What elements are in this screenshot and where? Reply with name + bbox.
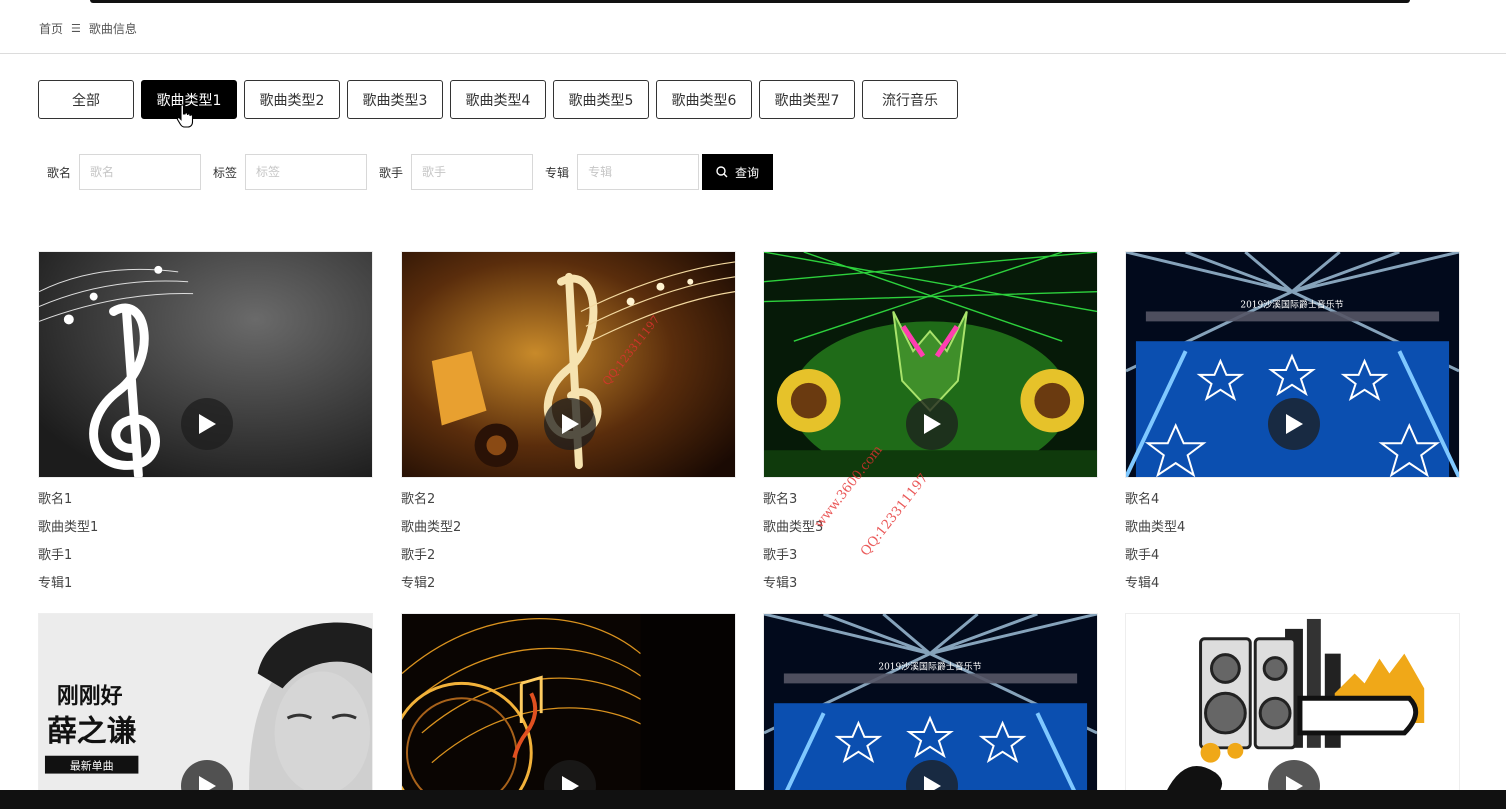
hand-cursor-icon xyxy=(176,104,194,128)
song-type: 歌曲类型4 xyxy=(1125,520,1186,535)
breadcrumb-current: 歌曲信息 xyxy=(88,21,137,36)
play-button[interactable] xyxy=(906,398,958,450)
tab-type-2[interactable]: 歌曲类型2 xyxy=(244,80,340,119)
tab-type-6[interactable]: 歌曲类型6 xyxy=(656,80,752,119)
cover-title-text: 刚刚好 xyxy=(57,683,123,709)
song-thumbnail[interactable]: 刚刚好 薛之谦 最新单曲 xyxy=(38,613,373,809)
singer-input[interactable] xyxy=(411,154,534,190)
search-bar: 歌名 标签 歌手 专辑 查询 xyxy=(47,154,774,190)
search-button-label: 查询 xyxy=(735,165,760,180)
cover-singer-text: 薛之谦 xyxy=(47,714,137,749)
bottom-bar xyxy=(0,790,1506,809)
song-album: 专辑1 xyxy=(38,576,73,591)
song-card[interactable] xyxy=(1125,613,1460,809)
song-singer: 歌手2 xyxy=(401,548,436,563)
cover-subtitle-text: 最新单曲 xyxy=(70,759,114,773)
song-thumbnail[interactable] xyxy=(1125,613,1460,809)
song-album: 专辑3 xyxy=(763,576,798,591)
song-type: 歌曲类型1 xyxy=(38,520,99,535)
tag-label: 标签 xyxy=(213,165,238,180)
album-label: 专辑 xyxy=(545,165,570,180)
breadcrumb-separator-icon: ☰ xyxy=(71,21,81,35)
song-thumbnail[interactable] xyxy=(401,613,736,809)
play-button[interactable] xyxy=(1268,398,1320,450)
song-card[interactable]: 2019沙溪国际爵士音乐节 歌名4 歌曲类型4 歌手4 专辑4 xyxy=(1125,251,1460,598)
song-name-label: 歌名 xyxy=(47,165,72,180)
song-album: 专辑2 xyxy=(401,576,436,591)
tab-all[interactable]: 全部 xyxy=(38,80,134,119)
song-name[interactable]: 歌名1 xyxy=(38,486,373,514)
tab-type-3[interactable]: 歌曲类型3 xyxy=(347,80,443,119)
song-thumbnail[interactable] xyxy=(401,251,736,478)
song-card[interactable]: 歌名1 歌曲类型1 歌手1 专辑1 xyxy=(38,251,373,598)
song-name-input[interactable] xyxy=(79,154,202,190)
search-button[interactable]: 查询 xyxy=(702,154,774,190)
song-card[interactable]: 歌名2 歌曲类型2 歌手2 专辑2 xyxy=(401,251,736,598)
song-type: 歌曲类型2 xyxy=(401,520,462,535)
header-divider xyxy=(0,53,1506,54)
song-singer: 歌手4 xyxy=(1125,548,1160,563)
search-icon xyxy=(716,166,728,178)
song-card[interactable] xyxy=(401,613,736,809)
song-card[interactable]: 歌名3 歌曲类型3 歌手3 专辑3 xyxy=(763,251,1098,598)
song-thumbnail[interactable]: 2019沙溪国际爵士音乐节 xyxy=(763,613,1098,809)
tab-pop-music[interactable]: 流行音乐 xyxy=(862,80,958,119)
play-icon xyxy=(1286,414,1303,434)
play-icon xyxy=(562,414,579,434)
song-name[interactable]: 歌名4 xyxy=(1125,486,1460,514)
song-thumbnail[interactable] xyxy=(763,251,1098,478)
play-button[interactable] xyxy=(544,398,596,450)
tab-type-7[interactable]: 歌曲类型7 xyxy=(759,80,855,119)
breadcrumb-home[interactable]: 首页 xyxy=(39,20,63,37)
play-icon xyxy=(924,414,941,434)
tag-input[interactable] xyxy=(245,154,368,190)
tab-type-4[interactable]: 歌曲类型4 xyxy=(450,80,546,119)
play-icon xyxy=(199,414,216,434)
play-button[interactable] xyxy=(181,398,233,450)
singer-label: 歌手 xyxy=(379,165,404,180)
song-thumbnail[interactable]: 2019沙溪国际爵士音乐节 xyxy=(1125,251,1460,478)
song-singer: 歌手1 xyxy=(38,548,73,563)
stage-banner-text: 2019沙溪国际爵士音乐节 xyxy=(878,661,981,673)
song-card[interactable]: 2019沙溪国际爵士音乐节 xyxy=(763,613,1098,809)
song-name[interactable]: 歌名3 xyxy=(763,486,1098,514)
song-singer: 歌手3 xyxy=(763,548,798,563)
song-card[interactable]: 刚刚好 薛之谦 最新单曲 xyxy=(38,613,373,809)
tab-type-5[interactable]: 歌曲类型5 xyxy=(553,80,649,119)
breadcrumb: 首页 ☰ 歌曲信息 xyxy=(39,19,137,37)
album-input[interactable] xyxy=(577,154,700,190)
top-banner-edge xyxy=(90,0,1410,3)
song-name[interactable]: 歌名2 xyxy=(401,486,736,514)
song-album: 专辑4 xyxy=(1125,576,1160,591)
stage-banner-text: 2019沙溪国际爵士音乐节 xyxy=(1240,299,1343,311)
song-thumbnail[interactable] xyxy=(38,251,373,478)
